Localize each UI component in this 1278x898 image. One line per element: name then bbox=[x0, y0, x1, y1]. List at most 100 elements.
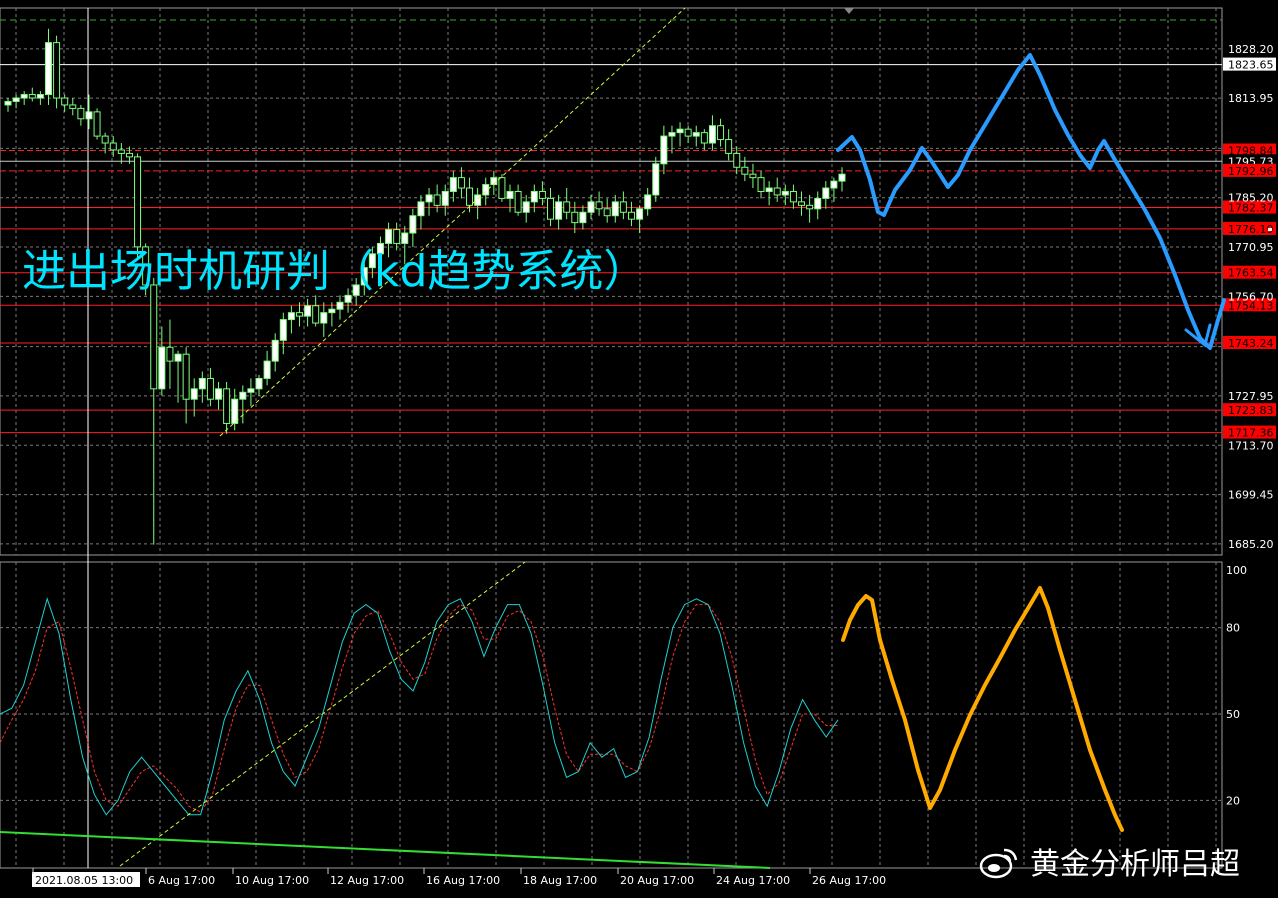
price-level-label: 1717.36 bbox=[1228, 427, 1274, 440]
candle-body bbox=[789, 190, 797, 203]
candle-body bbox=[215, 388, 223, 400]
candle-body bbox=[457, 177, 465, 189]
candle-body bbox=[166, 346, 174, 362]
candle-body bbox=[498, 177, 506, 199]
candle-body bbox=[336, 301, 344, 310]
candle-body bbox=[627, 211, 635, 220]
candle-body bbox=[223, 388, 231, 424]
candle-body bbox=[158, 346, 166, 390]
y-tick-label: 1756.70 bbox=[1228, 290, 1274, 303]
x-tick-label: 26 Aug 17:00 bbox=[812, 874, 886, 887]
candle-body bbox=[134, 156, 142, 248]
candle-body bbox=[822, 187, 830, 199]
candle-body bbox=[125, 152, 133, 158]
candle-body bbox=[781, 190, 789, 196]
candle-body bbox=[287, 312, 295, 321]
candle-body bbox=[12, 97, 20, 102]
chart-background bbox=[0, 0, 1278, 898]
candle-body bbox=[312, 305, 320, 324]
candle-body bbox=[506, 190, 514, 199]
candle-body bbox=[239, 391, 247, 400]
candle-body bbox=[69, 104, 77, 109]
kd-tick-label: 20 bbox=[1226, 794, 1240, 807]
candle-body bbox=[733, 152, 741, 168]
y-tick-label: 1685.20 bbox=[1228, 538, 1274, 551]
candle-body bbox=[652, 163, 660, 196]
candle-body bbox=[668, 132, 676, 137]
candle-body bbox=[806, 204, 814, 210]
candle-body bbox=[555, 201, 563, 220]
candle-body bbox=[700, 132, 708, 144]
candle-body bbox=[182, 353, 190, 400]
candle-body bbox=[28, 94, 36, 99]
candle-body bbox=[425, 194, 433, 203]
y-tick-label: 1727.95 bbox=[1228, 390, 1274, 403]
candle-body bbox=[530, 190, 538, 203]
overlay-title: 进出场时机研判（kd趋势系统） bbox=[22, 246, 647, 297]
price-level-label: 1776.19 bbox=[1228, 223, 1274, 236]
candle-body bbox=[263, 360, 271, 379]
y-tick-label: 1699.45 bbox=[1228, 489, 1274, 502]
candle-body bbox=[304, 305, 312, 317]
candle-body bbox=[765, 187, 773, 192]
candle-body bbox=[174, 353, 182, 362]
kd-tick-label: 80 bbox=[1226, 622, 1240, 635]
candle-body bbox=[538, 190, 546, 199]
candle-body bbox=[61, 97, 69, 106]
candle-body bbox=[684, 128, 692, 137]
candle-body bbox=[20, 94, 28, 99]
x-tick-label: 16 Aug 17:00 bbox=[426, 874, 500, 887]
candle-body bbox=[190, 388, 198, 400]
candle-body bbox=[757, 177, 765, 192]
kd-tick-label: 50 bbox=[1226, 708, 1240, 721]
candle-body bbox=[255, 377, 263, 390]
chart-canvas[interactable]: 1823.651798.841795.731792.961782.371776.… bbox=[0, 0, 1278, 898]
candle-body bbox=[101, 135, 109, 144]
candle-body bbox=[279, 319, 287, 341]
candle-body bbox=[514, 190, 522, 213]
candle-body bbox=[611, 201, 619, 217]
candle-body bbox=[579, 211, 587, 224]
candle-body bbox=[603, 208, 611, 217]
candle-body bbox=[798, 201, 806, 206]
candle-body bbox=[328, 308, 336, 314]
candle-body bbox=[393, 229, 401, 244]
candle-body bbox=[44, 42, 52, 96]
candle-body bbox=[409, 215, 417, 234]
y-tick-label: 1813.95 bbox=[1228, 92, 1274, 105]
candle-body bbox=[320, 312, 328, 324]
candle-body bbox=[271, 339, 279, 362]
candle-body bbox=[466, 187, 474, 206]
candle-body bbox=[773, 187, 781, 196]
candle-body bbox=[385, 229, 393, 244]
x-tick-label: 20 Aug 17:00 bbox=[620, 874, 694, 887]
candle-body bbox=[717, 125, 725, 141]
candle-body bbox=[85, 111, 93, 120]
candle-body bbox=[117, 149, 125, 154]
candle-body bbox=[741, 166, 749, 175]
candle-body bbox=[449, 177, 457, 192]
candle-body bbox=[36, 94, 44, 99]
x-tick-label: 10 Aug 17:00 bbox=[235, 874, 309, 887]
candle-body bbox=[571, 211, 579, 224]
x-tick-label: 2021.08.05 13:00 bbox=[35, 874, 133, 887]
candle-body bbox=[93, 111, 101, 137]
candle-body bbox=[401, 232, 409, 244]
candle-body bbox=[547, 197, 555, 220]
candle-body bbox=[563, 201, 571, 213]
candle-body bbox=[441, 190, 449, 206]
candle-body bbox=[53, 42, 61, 99]
candle-body bbox=[77, 107, 85, 120]
candle-body bbox=[838, 173, 846, 182]
price-level-label: 1743.24 bbox=[1228, 337, 1274, 350]
watermark-text: 黄金分析师吕超 bbox=[1030, 847, 1240, 882]
candle-body bbox=[247, 388, 255, 393]
candle-body bbox=[619, 201, 627, 213]
candle-body bbox=[830, 180, 838, 189]
candle-body bbox=[295, 312, 303, 317]
x-tick-label: 24 Aug 17:00 bbox=[716, 874, 790, 887]
candle-body bbox=[708, 125, 716, 144]
price-level-label: 1823.65 bbox=[1228, 59, 1274, 72]
kd-tick-label: 100 bbox=[1226, 564, 1247, 577]
y-tick-label: 1770.95 bbox=[1228, 241, 1274, 254]
